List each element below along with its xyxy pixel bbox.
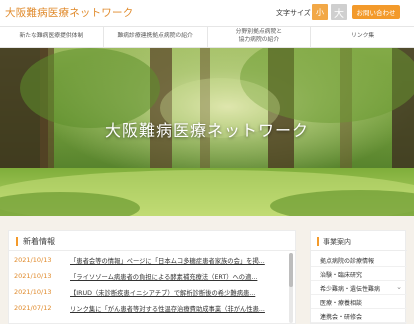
news-date: 2021/10/13 xyxy=(14,272,52,280)
nav-item-field-hospitals[interactable]: 分野別拠点病院と 協力病院の紹介 xyxy=(208,27,312,47)
sidebar-item-seminars[interactable]: 連携会・研修会 xyxy=(311,309,407,323)
sidebar-item-rare-diseases[interactable]: 希少難病・遺伝性難病 ⌄ xyxy=(311,281,407,295)
news-link[interactable]: 【IRUD（未診断疾患イニシアチブ）で解析診断後の希少難病患... xyxy=(70,288,286,297)
news-link[interactable]: 「患者会等の情報」ページに「日本ムコ多糖症患者家族の会」を掲... xyxy=(70,256,286,265)
news-scrollbar[interactable] xyxy=(289,253,293,323)
news-date: 2021/10/13 xyxy=(14,288,52,296)
news-item: 2021/10/13 「患者会等の情報」ページに「日本ムコ多糖症患者家族の会」を… xyxy=(9,253,291,269)
main-nav: 新たな難病医療提供体制 難病診療連携拠点病院の紹介 分野別拠点病院と 協力病院の… xyxy=(0,26,414,48)
news-panel: 新着情報 2021/10/13 「患者会等の情報」ページに「日本ムコ多糖症患者家… xyxy=(8,230,297,324)
news-scrollbar-thumb[interactable] xyxy=(289,253,293,287)
news-item: 2021/07/12 リンク集に「がん患者等対する性温存治療費助成事業（非がん性… xyxy=(9,301,291,317)
chevron-down-icon: ⌄ xyxy=(396,283,402,291)
site-logo[interactable]: 大阪難病医療ネットワーク xyxy=(5,5,133,20)
sidebar-header: 事業案内 xyxy=(311,231,407,251)
sidebar-item-label: 医療・療養相談 xyxy=(320,300,363,307)
nav-item-links[interactable]: リンク集 xyxy=(311,27,414,47)
news-header-accent xyxy=(16,237,18,246)
news-item: 2021/10/13 「ライソゾーム病患者の負担による酵素補充療法（ERT）への… xyxy=(9,269,291,285)
sidebar-item-hospital-info[interactable]: 拠点病院の診療情報 xyxy=(311,253,407,267)
news-item: 2021/10/13 【IRUD（未診断疾患イニシアチブ）で解析診断後の希少難病… xyxy=(9,285,291,301)
news-date: 2021/07/12 xyxy=(14,304,52,312)
font-size-large-button[interactable]: 大 xyxy=(331,4,347,20)
news-header: 新着情報 xyxy=(9,231,297,251)
nav-item-hub-hospital[interactable]: 難病診療連携拠点病院の紹介 xyxy=(104,27,208,47)
contact-button[interactable]: お問い合わせ xyxy=(352,5,400,19)
nav-item-new-system[interactable]: 新たな難病医療提供体制 xyxy=(0,27,104,47)
sidebar-header-accent xyxy=(317,237,319,246)
hero-banner: 大阪難病医療ネットワーク xyxy=(0,48,414,216)
news-list: 2021/10/13 「患者会等の情報」ページに「日本ムコ多糖症患者家族の会」を… xyxy=(9,253,291,317)
sidebar-item-label: 拠点病院の診療情報 xyxy=(320,258,375,265)
sidebar-list: 拠点病院の診療情報 治験・臨床研究 希少難病・遺伝性難病 ⌄ 医療・療養相談 連… xyxy=(311,253,407,323)
site-header: 大阪難病医療ネットワーク 文字サイズ 小 大 お問い合わせ xyxy=(0,0,414,26)
sidebar-title: 事業案内 xyxy=(323,238,351,246)
news-title: 新着情報 xyxy=(23,237,55,246)
sidebar-item-clinical-research[interactable]: 治験・臨床研究 xyxy=(311,267,407,281)
news-link[interactable]: 「ライソゾーム病患者の負担による酵素補充療法（ERT）への適... xyxy=(70,272,286,281)
sidebar-panel: 事業案内 拠点病院の診療情報 治験・臨床研究 希少難病・遺伝性難病 ⌄ 医療・療… xyxy=(310,230,407,324)
hero-title: 大阪難病医療ネットワーク xyxy=(104,121,309,140)
sidebar-item-label: 連携会・研修会 xyxy=(320,314,363,321)
font-size-label: 文字サイズ xyxy=(276,9,311,17)
news-date: 2021/10/13 xyxy=(14,256,52,264)
font-size-small-button[interactable]: 小 xyxy=(312,4,328,20)
sidebar-item-label: 治験・臨床研究 xyxy=(320,272,363,279)
news-link[interactable]: リンク集に「がん患者等対する性温存治療費助成事業（非がん性患... xyxy=(70,304,286,313)
sidebar-item-label: 希少難病・遺伝性難病 xyxy=(320,286,381,293)
sidebar-item-consultation[interactable]: 医療・療養相談 xyxy=(311,295,407,309)
